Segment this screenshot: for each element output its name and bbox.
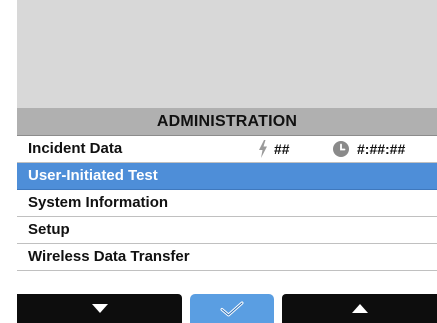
triangle-down-icon — [91, 304, 108, 313]
device-screen: ADMINISTRATION Incident Data ## #:##:## … — [17, 0, 437, 323]
menu-item-label: User-Initiated Test — [28, 167, 158, 184]
menu-item-system-information[interactable]: System Information — [17, 190, 437, 217]
display-area — [17, 0, 437, 108]
menu-item-wireless-data-transfer[interactable]: Wireless Data Transfer — [17, 244, 437, 271]
menu-item-user-initiated-test[interactable]: User-Initiated Test — [17, 163, 437, 190]
checkmark-icon — [220, 301, 244, 316]
triangle-up-icon — [351, 304, 368, 313]
menu-item-label: Wireless Data Transfer — [28, 248, 190, 265]
softkey-bar — [17, 294, 437, 323]
select-softkey[interactable] — [190, 294, 274, 323]
down-softkey[interactable] — [17, 294, 182, 323]
shock-count: ## — [258, 136, 290, 162]
menu-title: ADMINISTRATION — [17, 108, 437, 136]
menu-item-setup[interactable]: Setup — [17, 217, 437, 244]
menu-item-incident-data[interactable]: Incident Data ## #:##:## — [17, 136, 437, 163]
elapsed-time: #:##:## — [333, 136, 405, 162]
clock-icon — [333, 141, 349, 157]
menu-item-label: Incident Data — [28, 140, 123, 157]
menu-item-label: Setup — [28, 221, 70, 238]
lightning-bolt-icon — [259, 140, 267, 158]
shock-count-value: ## — [274, 141, 290, 157]
elapsed-time-value: #:##:## — [357, 141, 406, 157]
administration-menu: ADMINISTRATION Incident Data ## #:##:## … — [17, 108, 437, 271]
up-softkey[interactable] — [282, 294, 437, 323]
menu-item-label: System Information — [28, 194, 169, 211]
